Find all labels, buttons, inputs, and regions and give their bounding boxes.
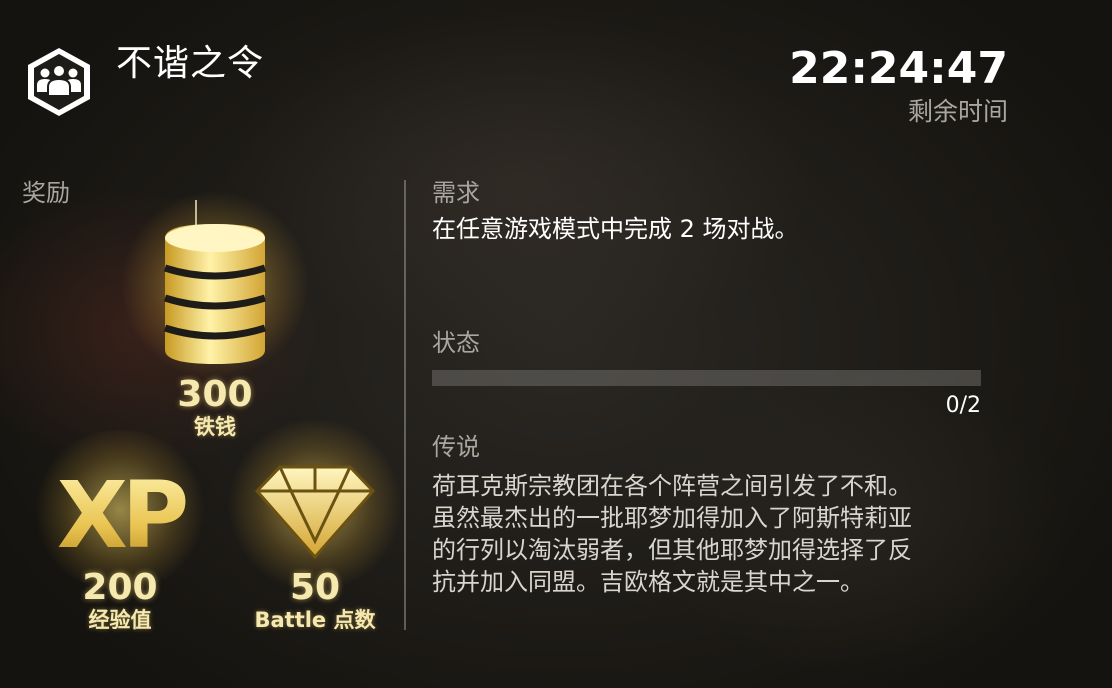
requirement-heading: 需求	[432, 179, 480, 207]
page-title: 不谐之令	[116, 43, 265, 84]
lore-line: 的行列以淘汰弱者，但其他耶梦加得选择了反	[432, 536, 912, 564]
svg-text:XP: XP	[57, 462, 186, 563]
lore-line: 抗并加入同盟。吉欧格文就是其中之一。	[432, 568, 864, 596]
countdown-label: 剩余时间	[907, 97, 1008, 126]
reward-xp-label: 经验值	[88, 608, 152, 632]
xp-icon: XP	[40, 455, 200, 569]
lore-line: 虽然最杰出的一批耶梦加得加入了阿斯特莉亚	[432, 504, 912, 532]
coin-stack-icon	[140, 200, 290, 368]
reward-battle-points-label: Battle 点数	[254, 608, 376, 632]
rewards-heading: 奖励	[22, 179, 70, 207]
reward-xp: XP 200 经验值	[40, 455, 200, 633]
reward-xp-amount: 200	[82, 567, 158, 608]
group-emblem-icon	[24, 46, 94, 118]
countdown-timer: 22:24:47	[789, 43, 1008, 94]
progress-count: 0/2	[945, 393, 981, 418]
lore-line: 荷耳克斯宗教团在各个阵营之间引发了不和。	[432, 472, 912, 500]
reward-coins: 300 铁钱	[140, 200, 290, 440]
reward-coins-amount: 300	[177, 374, 253, 415]
reward-battle-points-amount: 50	[289, 567, 341, 608]
column-divider	[404, 180, 406, 630]
lore-heading: 传说	[432, 433, 480, 461]
status-heading: 状态	[432, 329, 480, 357]
lore-text: 荷耳克斯宗教团在各个阵营之间引发了不和。 虽然最杰出的一批耶梦加得加入了阿斯特莉…	[432, 470, 992, 598]
requirement-text: 在任意游戏模式中完成 2 场对战。	[432, 215, 799, 243]
reward-battle-points: 50 Battle 点数	[235, 455, 395, 633]
progress-bar	[432, 370, 981, 386]
diamond-icon	[235, 455, 395, 563]
